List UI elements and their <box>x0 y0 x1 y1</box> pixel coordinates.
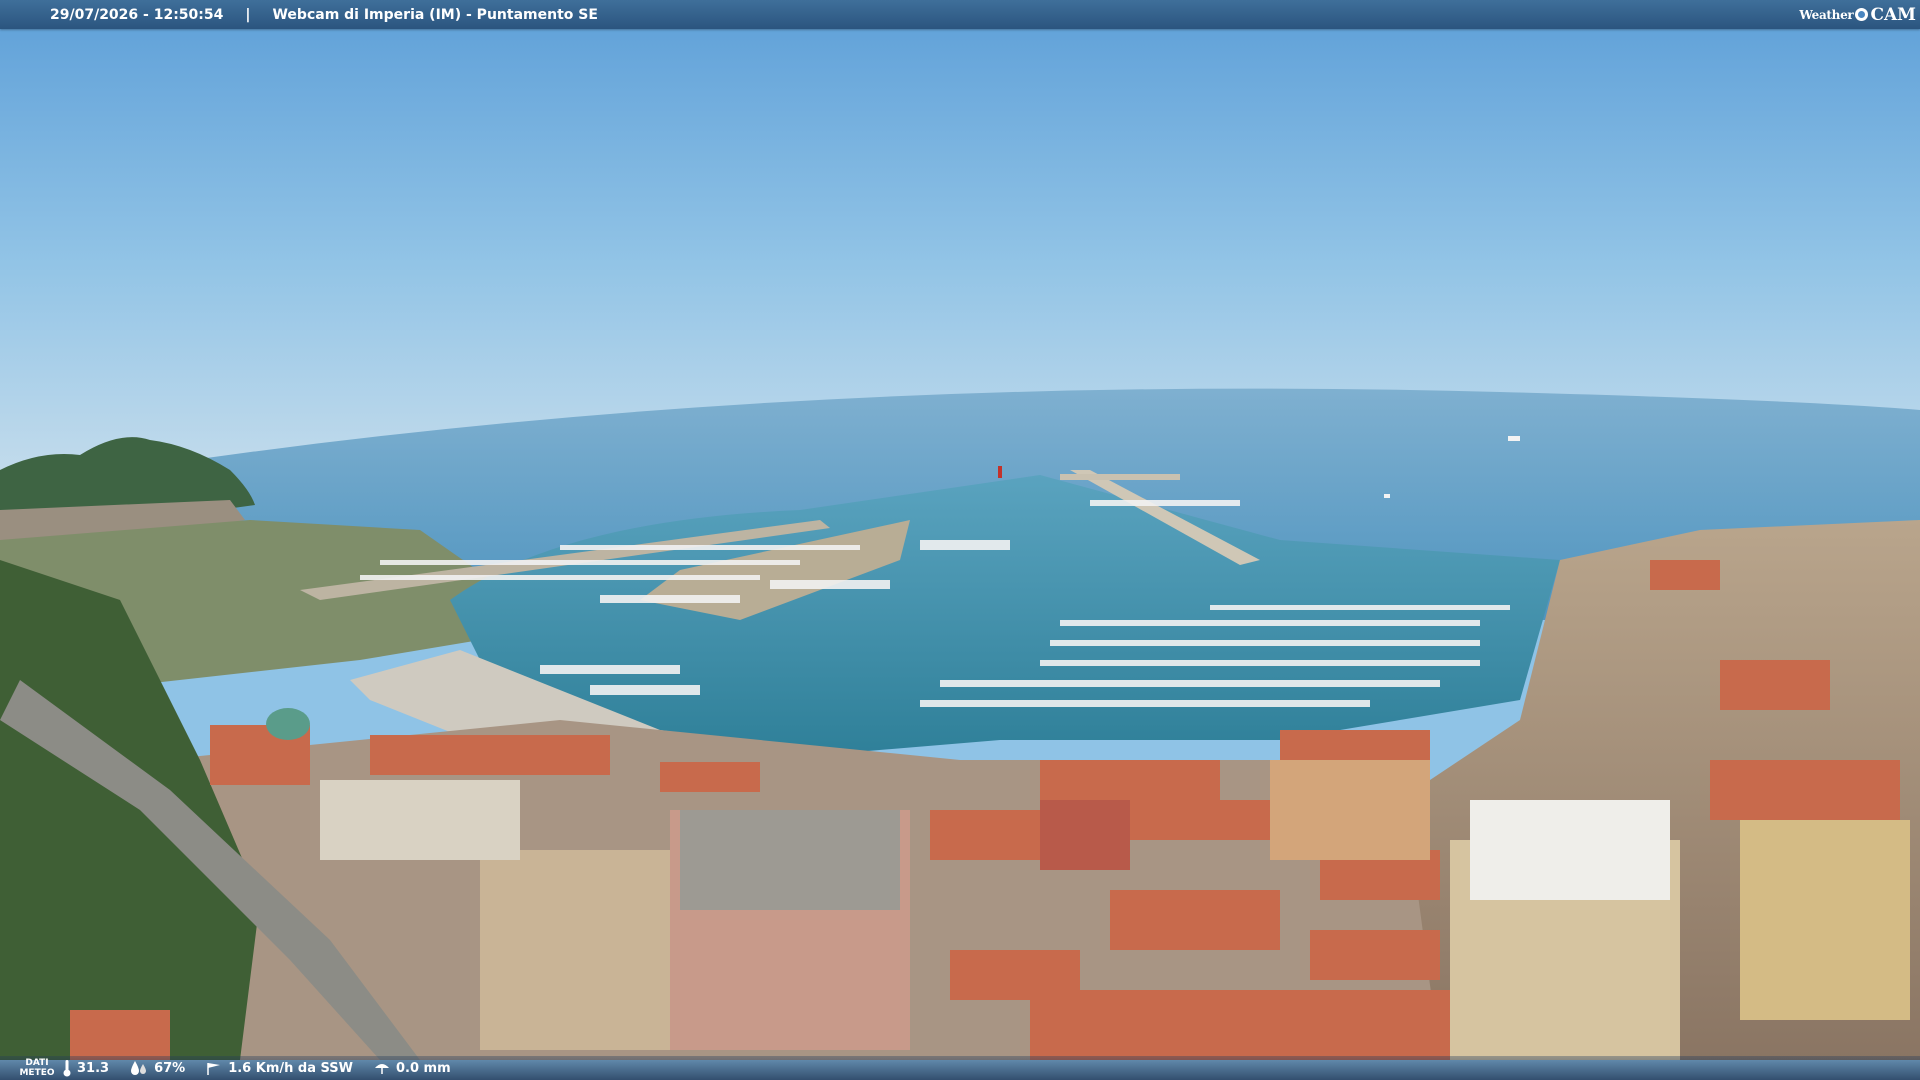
ship-offshore <box>1508 436 1520 441</box>
white-roof <box>1470 800 1670 900</box>
webcam-title: Webcam di Imperia (IM) - Puntamento SE <box>272 6 598 23</box>
humidity-icon <box>131 1061 147 1075</box>
thermometer-icon <box>63 1060 71 1077</box>
separator: | <box>245 6 251 23</box>
weather-label: DATI METEO <box>12 1058 62 1078</box>
lighthouse <box>998 466 1002 478</box>
brand-cam: CAM <box>1870 4 1916 25</box>
brand-weather: Weather <box>1799 7 1854 22</box>
weathercam-logo: Weather CAM <box>1799 3 1916 26</box>
rain-readout: 0.0 mm <box>373 1060 451 1076</box>
weather-data-bar: DATI METEO 31.3 67% 1.6 Km/h da SSW 0.0 … <box>0 1056 1920 1080</box>
webcam-scene <box>0 0 1920 1060</box>
top-info-bar: 29/07/2026 - 12:50:54 | Webcam di Imperi… <box>0 0 1920 29</box>
wind-icon <box>207 1063 221 1075</box>
logo-dot-icon <box>1855 8 1869 21</box>
gray-roof <box>680 810 900 910</box>
humidity-readout: 67% <box>129 1060 185 1076</box>
rain-icon <box>375 1064 389 1074</box>
rain-value: 0.0 mm <box>396 1060 451 1076</box>
wind-value: 1.6 Km/h da SSW <box>228 1060 353 1076</box>
timestamp: 29/07/2026 - 12:50:54 <box>50 6 224 23</box>
weather-label-line2: METEO <box>19 1068 55 1078</box>
temperature-value: 31.3 <box>77 1060 110 1076</box>
far-pier <box>1060 474 1180 480</box>
temperature-readout: 31.3 <box>62 1059 109 1077</box>
sailboat-offshore <box>1384 494 1390 498</box>
humidity-value: 67% <box>154 1060 186 1076</box>
dome <box>266 708 310 740</box>
wind-readout: 1.6 Km/h da SSW <box>205 1060 353 1076</box>
weather-label-line1: DATI <box>25 1058 49 1068</box>
